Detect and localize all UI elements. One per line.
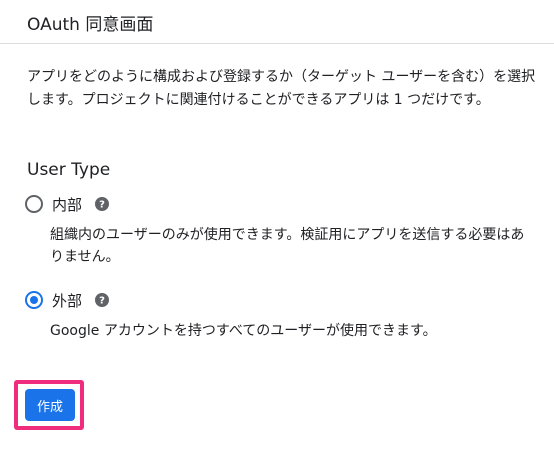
page-header: OAuth 同意画面 bbox=[0, 0, 554, 44]
user-type-option-external[interactable]: 外部 ? Google アカウントを持つすべてのユーザーが使用できます。 bbox=[22, 288, 542, 342]
user-type-option-internal[interactable]: 内部 ? 組織内のユーザーのみが使用できます。検証用にアプリを送信する必要はあり… bbox=[22, 192, 542, 268]
option-description-internal: 組織内のユーザーのみが使用できます。検証用にアプリを送信する必要はありません。 bbox=[50, 227, 525, 265]
user-type-title: User Type bbox=[27, 160, 111, 180]
help-icon[interactable]: ? bbox=[94, 196, 110, 212]
svg-text:?: ? bbox=[99, 296, 105, 307]
svg-text:?: ? bbox=[99, 200, 105, 211]
option-label-internal: 内部 bbox=[52, 195, 83, 214]
page-title: OAuth 同意画面 bbox=[27, 15, 154, 35]
radio-external[interactable] bbox=[25, 291, 43, 309]
intro-text: アプリをどのように構成および登録するか（ターゲット ユーザーを含む）を選択します… bbox=[27, 69, 536, 108]
create-button[interactable]: 作成 bbox=[25, 389, 75, 421]
help-icon[interactable]: ? bbox=[94, 292, 110, 308]
option-description-external: Google アカウントを持つすべてのユーザーが使用できます。 bbox=[50, 323, 437, 339]
option-label-external: 外部 bbox=[52, 291, 83, 310]
radio-internal[interactable] bbox=[25, 195, 43, 213]
